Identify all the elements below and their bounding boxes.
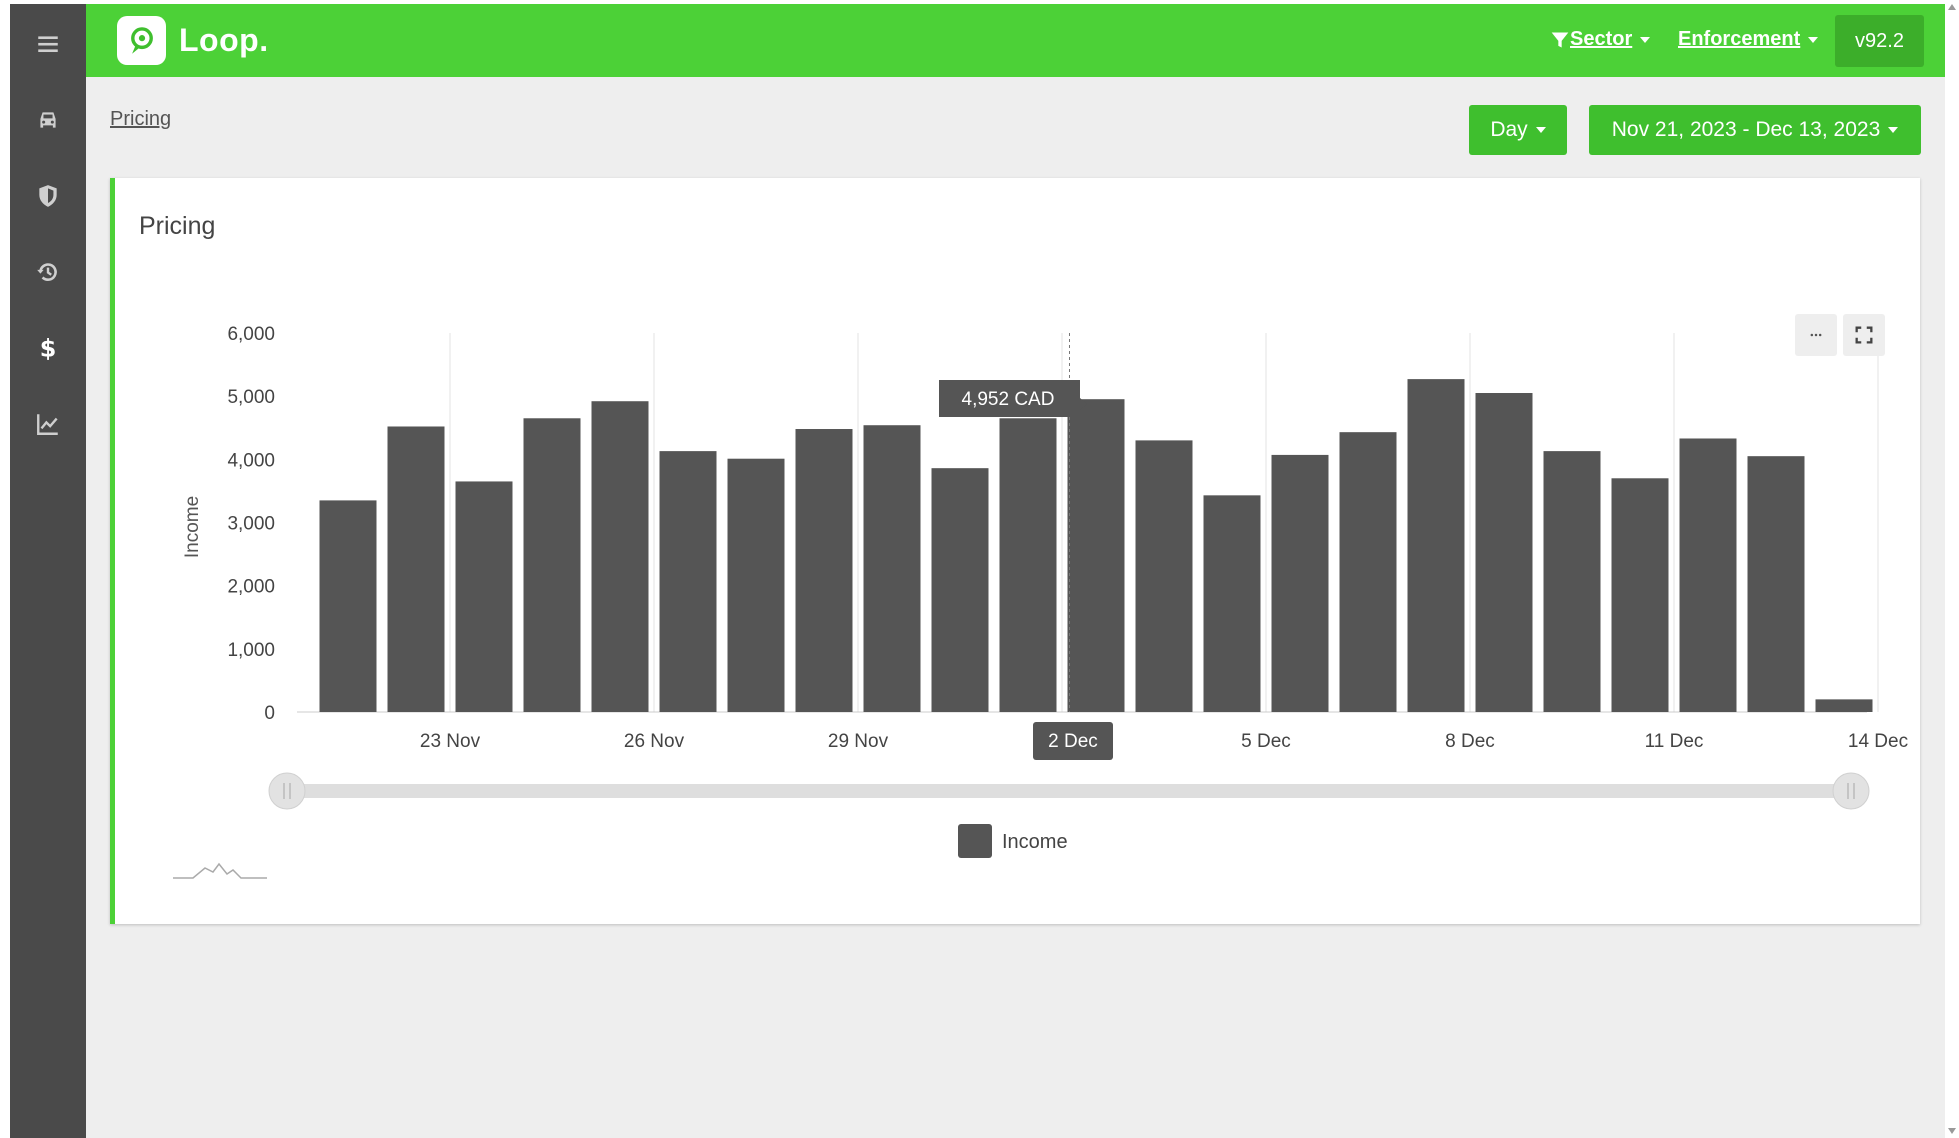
sidebar-item-enforcement[interactable]	[10, 166, 86, 226]
chevron-down-icon	[1888, 127, 1899, 133]
value-tooltip: 4,952 CAD	[939, 380, 1087, 417]
chevron-down-icon	[1640, 36, 1651, 43]
x-tick-label: 23 Nov	[420, 731, 481, 752]
dollar-icon: $	[40, 335, 57, 361]
main-area: Loop. Sector Enforcement v92.2 Pricing D…	[86, 4, 1945, 1138]
slider-handle-right[interactable]	[1832, 772, 1870, 810]
shield-icon	[39, 185, 57, 207]
chevron-down-icon	[1535, 127, 1546, 133]
bar-13-dec[interactable]	[1815, 699, 1873, 712]
bar-1-dec[interactable]	[999, 418, 1057, 712]
x-tick-label: 14 Dec	[1848, 731, 1908, 752]
granularity-label: Day	[1490, 118, 1528, 141]
income-chart: 0 1,000 2,000 3,000 4,000 5,000 6,000 23 Nov 26…	[173, 324, 1908, 879]
logo[interactable]: Loop.	[117, 16, 269, 65]
x-tick-label: 5 Dec	[1241, 731, 1291, 752]
bar-25-nov[interactable]	[591, 401, 649, 712]
granularity-dropdown[interactable]: Day	[1469, 105, 1567, 155]
sidebar: $	[10, 4, 86, 1138]
bar-6-dec[interactable]	[1339, 432, 1397, 712]
date-range-label: Nov 21, 2023 - Dec 13, 2023	[1611, 118, 1881, 141]
x-tick-label: 8 Dec	[1445, 731, 1495, 752]
bar-12-dec[interactable]	[1747, 456, 1805, 712]
logo-icon	[117, 16, 166, 65]
bar-8-dec[interactable]	[1475, 393, 1533, 712]
sector-dropdown[interactable]: Sector	[1550, 28, 1651, 51]
slider-handle-left[interactable]	[268, 772, 306, 810]
range-slider[interactable]	[268, 772, 1870, 810]
svg-text:$: $	[40, 335, 57, 361]
bar-28-nov[interactable]	[795, 429, 853, 712]
value-tooltip-text: 4,952 CAD	[962, 389, 1055, 410]
bar-26-nov[interactable]	[659, 451, 717, 712]
y-tick-label: 1,000	[227, 640, 275, 661]
menu-button[interactable]	[10, 14, 86, 74]
page-scrollbar[interactable]	[1945, 0, 1959, 1138]
breadcrumb[interactable]: Pricing	[110, 108, 171, 131]
sidebar-item-vehicles[interactable]	[10, 90, 86, 150]
y-tick-label: 4,000	[227, 450, 275, 471]
legend-label: Income	[1002, 831, 1068, 853]
bar-3-dec[interactable]	[1135, 440, 1193, 712]
slider-track[interactable]	[272, 784, 1867, 798]
fullscreen-button[interactable]	[1843, 314, 1885, 356]
bar-2-dec[interactable]	[1067, 399, 1125, 712]
scrollbar-arrows	[1948, 4, 1956, 1134]
fullscreen-icon	[1855, 326, 1873, 344]
chevron-down-icon	[1808, 36, 1819, 43]
x-tick-label: 29 Nov	[828, 731, 889, 752]
bar-23-nov[interactable]	[455, 481, 513, 712]
y-tick-label: 3,000	[227, 514, 275, 535]
bar-22-nov[interactable]	[387, 426, 445, 712]
bar-30-nov[interactable]	[931, 468, 989, 712]
y-tick-label: 2,000	[227, 577, 275, 598]
pricing-card: Pricing 0 1,000 2,000 3,000 4,000 5,000 6,000 …	[110, 178, 1920, 924]
legend-item-income[interactable]: Income	[958, 824, 1068, 858]
more-options-button[interactable]	[1795, 314, 1837, 356]
enforcement-label: Enforcement	[1678, 28, 1801, 50]
bar-4-dec[interactable]	[1203, 495, 1261, 712]
x-tooltip-text: 2 Dec	[1048, 731, 1098, 752]
sector-label: Sector	[1570, 28, 1633, 50]
car-icon	[40, 112, 56, 128]
bars	[319, 379, 1873, 712]
y-tick-label: 0	[264, 703, 275, 724]
bar-7-dec[interactable]	[1407, 379, 1465, 712]
app-name: Loop.	[179, 22, 269, 58]
sparkline-icon	[173, 862, 267, 879]
more-icon	[1810, 333, 1822, 337]
sidebar-item-history[interactable]	[10, 242, 86, 302]
bar-9-dec[interactable]	[1543, 451, 1601, 712]
bar-21-nov[interactable]	[319, 500, 377, 712]
x-tooltip: 2 Dec	[1033, 722, 1113, 760]
bar-11-dec[interactable]	[1679, 438, 1737, 712]
x-axis: 23 Nov26 Nov29 NovDec5 Dec8 Dec11 Dec14 …	[420, 731, 1908, 752]
bar-5-dec[interactable]	[1271, 454, 1329, 712]
date-range-picker[interactable]: Nov 21, 2023 - Dec 13, 2023	[1589, 105, 1921, 155]
legend-swatch	[958, 824, 992, 858]
history-icon	[37, 263, 57, 281]
y-axis: 0 1,000 2,000 3,000 4,000 5,000 6,000	[227, 324, 275, 724]
y-tick-label: 5,000	[227, 387, 275, 408]
sidebar-item-pricing[interactable]: $	[10, 318, 86, 378]
x-tick-label: 26 Nov	[624, 731, 685, 752]
menu-icon	[38, 36, 58, 53]
bar-27-nov[interactable]	[727, 458, 785, 712]
enforcement-dropdown[interactable]: Enforcement	[1678, 28, 1819, 51]
chart-line-icon	[37, 414, 58, 435]
bar-24-nov[interactable]	[523, 418, 581, 712]
bar-10-dec[interactable]	[1611, 478, 1669, 712]
version-badge: v92.2	[1835, 15, 1924, 67]
x-tick-label: 11 Dec	[1645, 731, 1704, 752]
sidebar-item-analytics[interactable]	[10, 394, 86, 454]
y-tick-label: 6,000	[227, 324, 275, 345]
bar-29-nov[interactable]	[863, 425, 921, 712]
filter-icon	[1551, 32, 1569, 47]
y-axis-label: Income	[182, 496, 203, 558]
top-navbar: Loop. Sector Enforcement v92.2	[86, 4, 1945, 77]
